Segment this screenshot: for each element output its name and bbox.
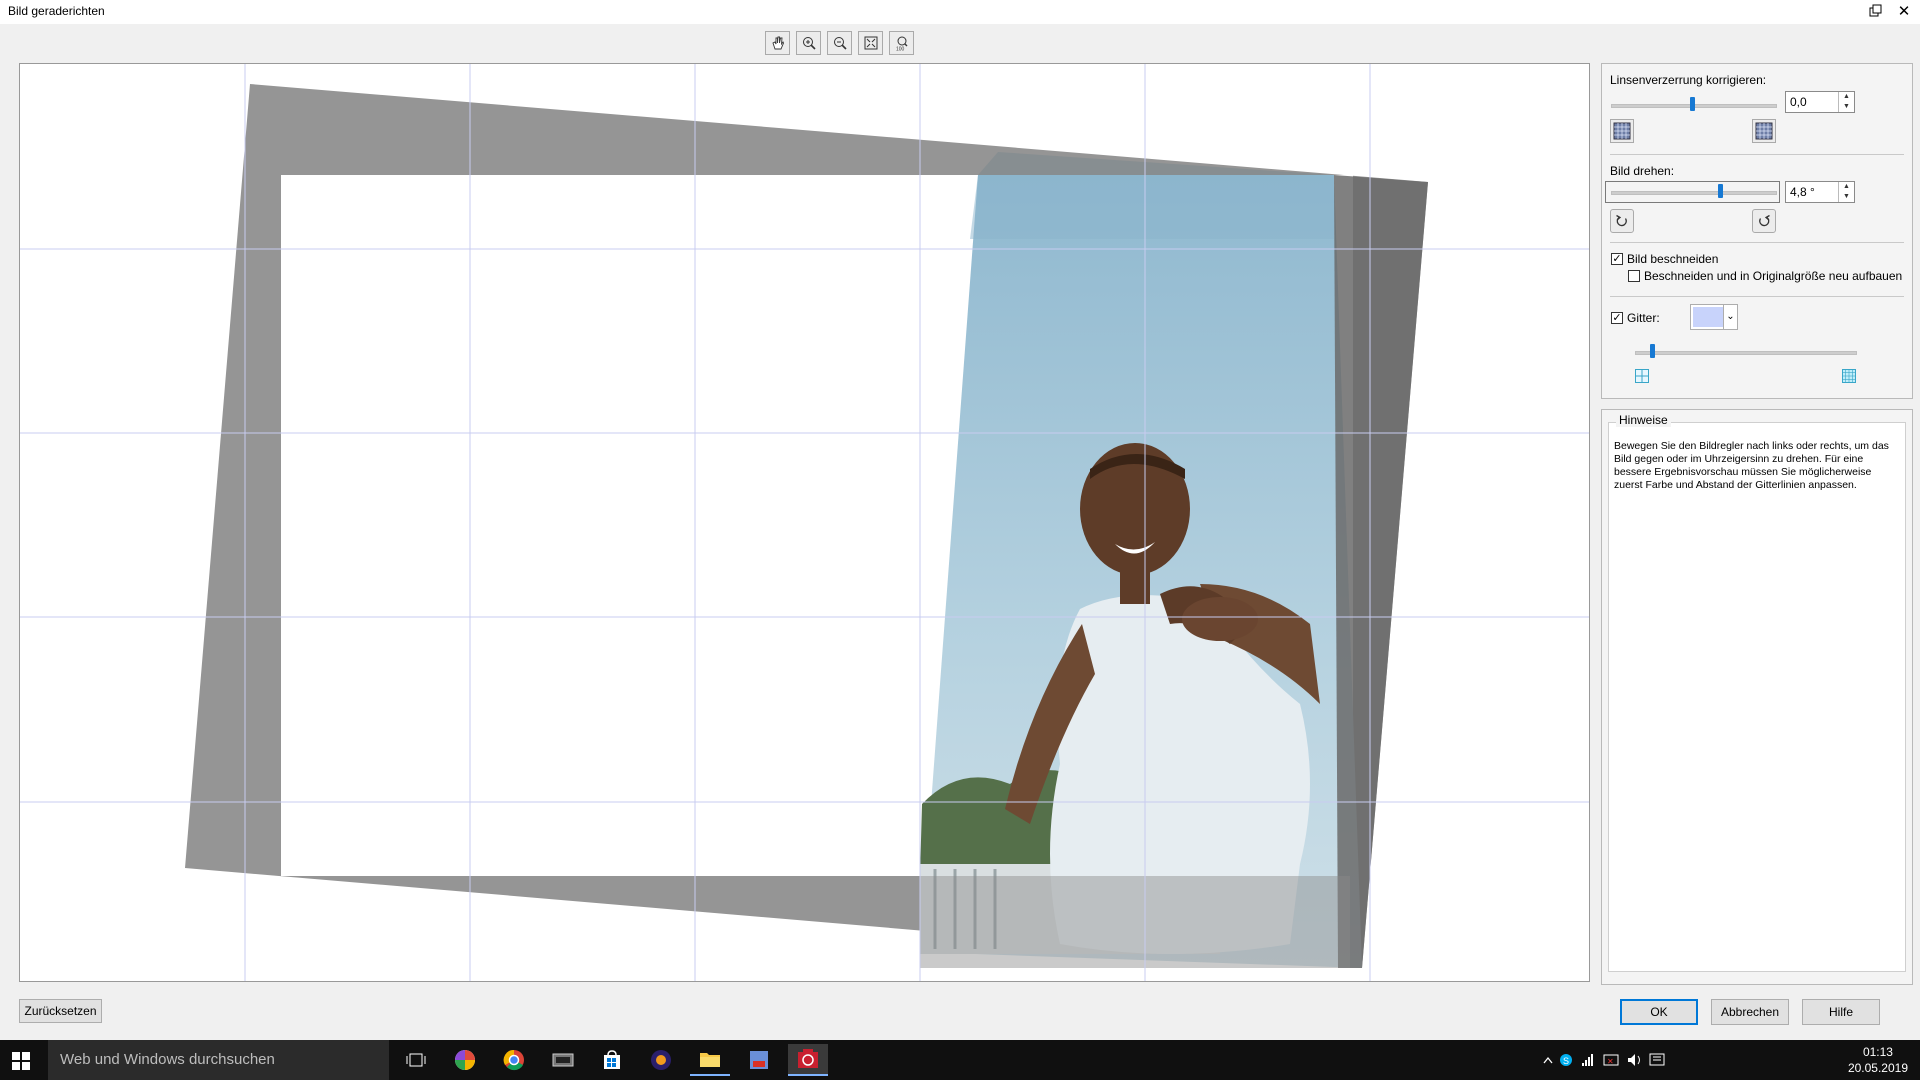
crop-rebuild-label: Beschneiden und in Originalgröße neu auf…	[1644, 269, 1903, 283]
crop-checkbox[interactable]: ✓	[1611, 253, 1623, 265]
taskbar: Web und Windows durchsuchen S ✕ 01:13 20…	[0, 1040, 1920, 1080]
task-view-icon[interactable]	[396, 1044, 436, 1076]
windows-start-icon[interactable]	[12, 1052, 30, 1073]
chevron-down-icon: ⌄	[1723, 305, 1737, 329]
grid-color-picker[interactable]: ⌄	[1690, 304, 1738, 330]
preview-image	[20, 64, 1589, 981]
svg-text:S: S	[1563, 1056, 1569, 1066]
spin-up-icon[interactable]: ▲	[1838, 182, 1854, 192]
picasa-icon[interactable]	[445, 1044, 485, 1076]
rotate-slider[interactable]	[1611, 191, 1777, 195]
clock[interactable]: 01:13 20.05.2019	[1848, 1044, 1908, 1076]
preview-canvas[interactable]	[19, 63, 1590, 982]
lens-distortion-spinner[interactable]: 0,0 ▲ ▼	[1785, 91, 1855, 113]
cancel-button[interactable]: Abbrechen	[1711, 999, 1789, 1025]
svg-text:100: 100	[896, 47, 905, 52]
media-player-icon[interactable]	[641, 1044, 681, 1076]
pincushion-distortion-icon[interactable]	[1752, 119, 1776, 143]
grid-spacing-thumb[interactable]	[1650, 344, 1655, 358]
settings-panel: Linsenverzerrung korrigieren: 0,0 ▲ ▼ Bi…	[1601, 63, 1913, 399]
rotate-value: 4,8 °	[1790, 185, 1815, 199]
close-icon[interactable]: ✕	[1890, 0, 1918, 22]
help-button[interactable]: Hilfe	[1802, 999, 1880, 1025]
view-toolbar: 100	[765, 31, 914, 55]
separator	[1610, 242, 1904, 243]
media-app-icon[interactable]	[543, 1044, 583, 1076]
ok-button[interactable]: OK	[1620, 999, 1698, 1025]
spin-up-icon[interactable]: ▲	[1838, 92, 1854, 102]
hints-panel: Bewegen Sie den Bildregler nach links od…	[1601, 409, 1913, 985]
barrel-distortion-icon[interactable]	[1610, 119, 1634, 143]
lens-distortion-value: 0,0	[1790, 95, 1807, 109]
photo-content	[920, 152, 1428, 968]
grid-label: Gitter:	[1627, 311, 1660, 325]
svg-text:✕: ✕	[1607, 1057, 1614, 1066]
lens-distortion-label: Linsenverzerrung korrigieren:	[1610, 73, 1767, 87]
fit-to-window-icon[interactable]	[858, 31, 883, 55]
grid-small-icon	[1635, 369, 1649, 386]
grid-checkbox[interactable]: ✓	[1611, 312, 1623, 324]
spin-down-icon[interactable]: ▼	[1838, 102, 1854, 112]
hints-text: Bewegen Sie den Bildregler nach links od…	[1614, 440, 1889, 491]
chrome-icon[interactable]	[494, 1044, 534, 1076]
grid-spacing-slider[interactable]	[1635, 351, 1857, 355]
rotate-spinner[interactable]: 4,8 ° ▲ ▼	[1785, 181, 1855, 203]
separator	[1610, 154, 1904, 155]
clock-time: 01:13	[1862, 1045, 1893, 1059]
lens-distortion-thumb[interactable]	[1690, 97, 1695, 111]
photo-editor-icon[interactable]	[788, 1044, 828, 1076]
rotate-thumb[interactable]	[1718, 184, 1723, 198]
clock-date: 20.05.2019	[1847, 1061, 1908, 1075]
crop-rebuild-checkbox[interactable]	[1628, 270, 1640, 282]
rotate-label: Bild drehen:	[1610, 164, 1675, 178]
file-explorer-icon[interactable]	[690, 1044, 730, 1076]
title-bar: Bild geraderichten ✕	[0, 0, 1920, 24]
reset-button[interactable]: Zurücksetzen	[19, 999, 102, 1023]
hand-tool-icon[interactable]	[765, 31, 790, 55]
rotate-left-icon[interactable]	[1610, 209, 1634, 233]
zoom-100-icon[interactable]: 100	[889, 31, 914, 55]
restore-icon[interactable]	[1862, 0, 1890, 22]
hints-caption: Hinweise	[1616, 413, 1671, 427]
taskbar-search-input[interactable]: Web und Windows durchsuchen	[48, 1040, 389, 1080]
zoom-out-icon[interactable]	[827, 31, 852, 55]
separator	[1610, 296, 1904, 297]
pdf-app-icon[interactable]	[739, 1044, 779, 1076]
system-tray-icons[interactable]: S ✕	[1540, 1052, 1670, 1072]
rotate-right-icon[interactable]	[1752, 209, 1776, 233]
hints-box: Bewegen Sie den Bildregler nach links od…	[1608, 422, 1906, 972]
crop-label: Bild beschneiden	[1627, 252, 1719, 266]
window-title: Bild geraderichten	[8, 4, 105, 18]
zoom-in-icon[interactable]	[796, 31, 821, 55]
grid-large-icon	[1842, 369, 1856, 386]
store-icon[interactable]	[592, 1044, 632, 1076]
grid-color-swatch	[1693, 307, 1723, 327]
spin-down-icon[interactable]: ▼	[1838, 192, 1854, 202]
